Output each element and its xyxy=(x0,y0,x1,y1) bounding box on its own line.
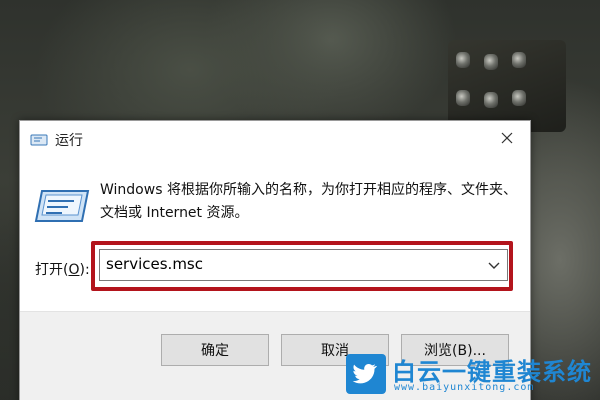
background-peg xyxy=(512,90,526,106)
dialog-description: Windows 将根据你所输入的名称，为你打开相应的程序、文件夹、文档或 Int… xyxy=(100,182,517,221)
open-label: 打开(O): xyxy=(35,259,90,279)
command-input[interactable]: services.msc xyxy=(106,255,203,273)
ok-button[interactable]: 确定 xyxy=(161,334,269,366)
title-bar[interactable]: 运行 xyxy=(20,121,530,159)
close-button[interactable] xyxy=(484,121,530,155)
background-peg xyxy=(456,90,470,106)
run-icon xyxy=(34,190,90,222)
watermark-url: www.baiyunxitong.com xyxy=(394,382,535,393)
background-peg xyxy=(456,52,470,68)
close-icon xyxy=(501,132,513,144)
background-peg xyxy=(512,52,526,68)
chevron-down-icon[interactable] xyxy=(485,256,503,274)
watermark: 白云一键重装系统 www.baiyunxitong.com xyxy=(346,352,596,396)
open-combobox[interactable]: services.msc xyxy=(99,249,508,281)
dialog-title: 运行 xyxy=(55,133,83,149)
twitter-bird-logo-icon xyxy=(346,354,386,394)
open-label-prefix: 打开( xyxy=(35,262,69,278)
background-peg xyxy=(484,54,498,70)
open-label-accelerator: O xyxy=(68,262,80,278)
open-label-suffix: ): xyxy=(79,262,90,278)
run-icon xyxy=(30,134,48,146)
background-peg xyxy=(484,92,498,108)
